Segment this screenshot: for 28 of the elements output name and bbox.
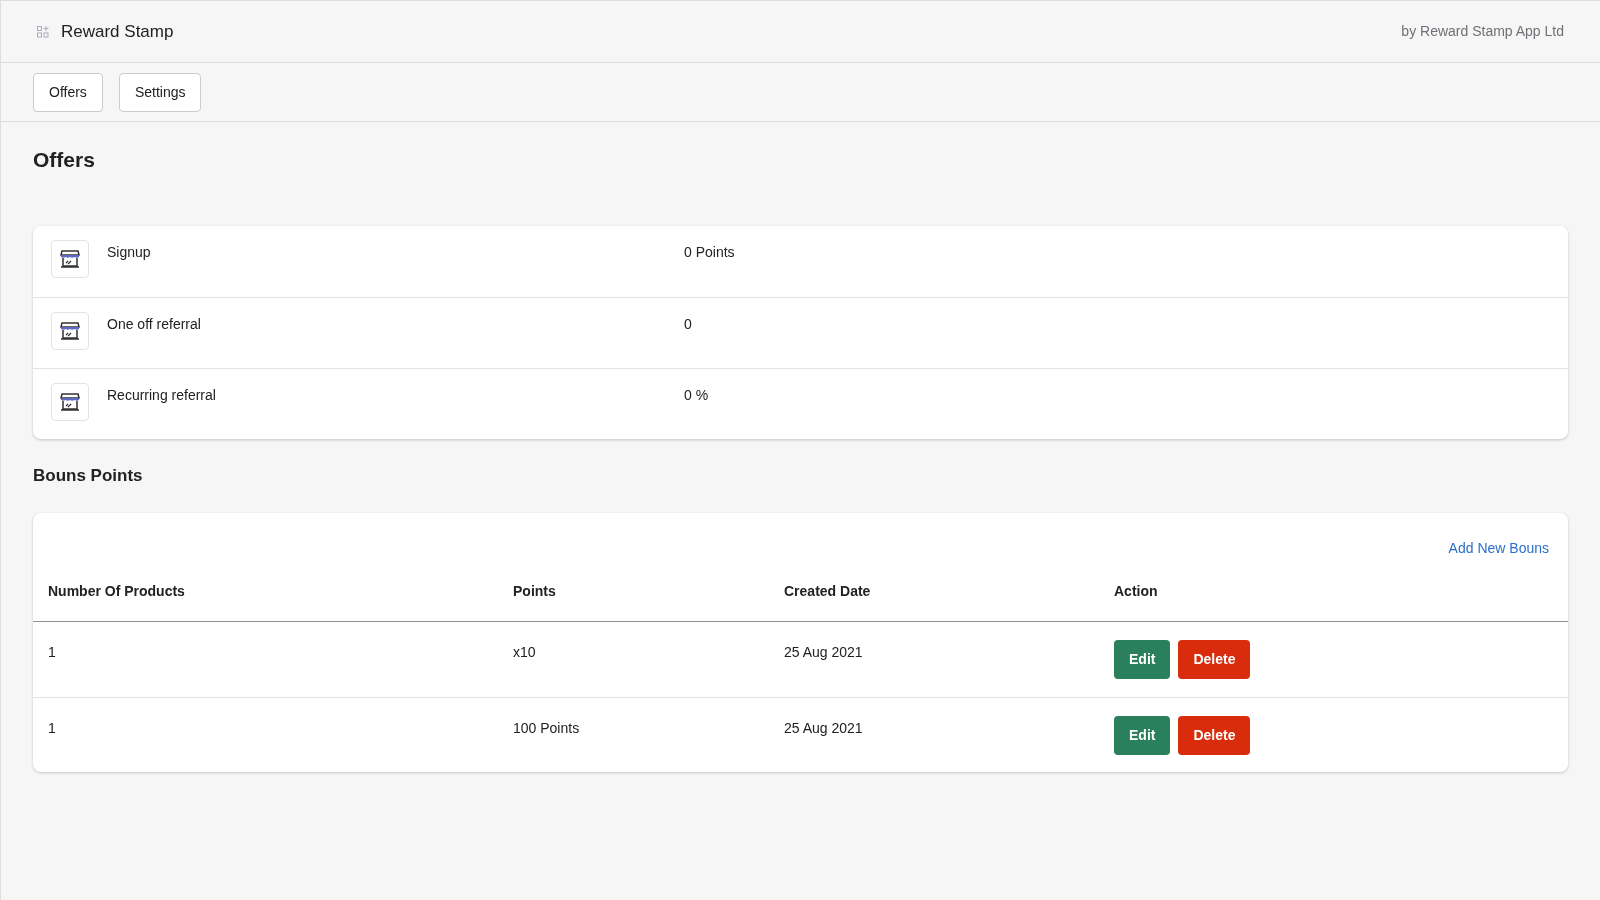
edit-button[interactable]: Edit: [1114, 640, 1171, 679]
offer-name: Signup: [107, 242, 152, 262]
column-header: Action: [1114, 582, 1159, 601]
offer-value: 0 %: [684, 385, 709, 405]
developer-byline: by Reward Stamp App Ltd: [1401, 22, 1564, 41]
offer-value: 0: [684, 314, 692, 334]
app-title: Reward Stamp: [61, 20, 174, 43]
edit-button[interactable]: Edit: [1114, 716, 1171, 755]
table-cell-text: x10: [513, 643, 537, 662]
nav-tab[interactable]: Offers: [33, 72, 103, 112]
nav-tab[interactable]: Settings: [118, 72, 202, 112]
table-cell-text: 25 Aug 2021: [784, 643, 864, 662]
table-cell-text: 1: [48, 643, 57, 662]
offer-name: One off referral: [107, 314, 202, 334]
column-header: Points: [513, 582, 557, 601]
column-header: Created Date: [784, 582, 872, 601]
delete-button[interactable]: Delete: [1178, 716, 1251, 755]
apps-icon: [37, 25, 49, 38]
table-cell-text: 1: [48, 719, 57, 738]
section-title: Bouns Points: [33, 464, 144, 487]
add-bonus-link[interactable]: Add New Bouns: [1448, 538, 1549, 559]
offer-name: Recurring referral: [107, 385, 217, 405]
column-header: Number Of Products: [48, 582, 186, 601]
offer-value: 0 Points: [684, 242, 735, 262]
page-title: Offers: [33, 147, 96, 173]
table-cell-text: 100 Points: [513, 719, 581, 738]
table-cell-text: 25 Aug 2021: [784, 719, 864, 738]
delete-button[interactable]: Delete: [1178, 640, 1251, 679]
